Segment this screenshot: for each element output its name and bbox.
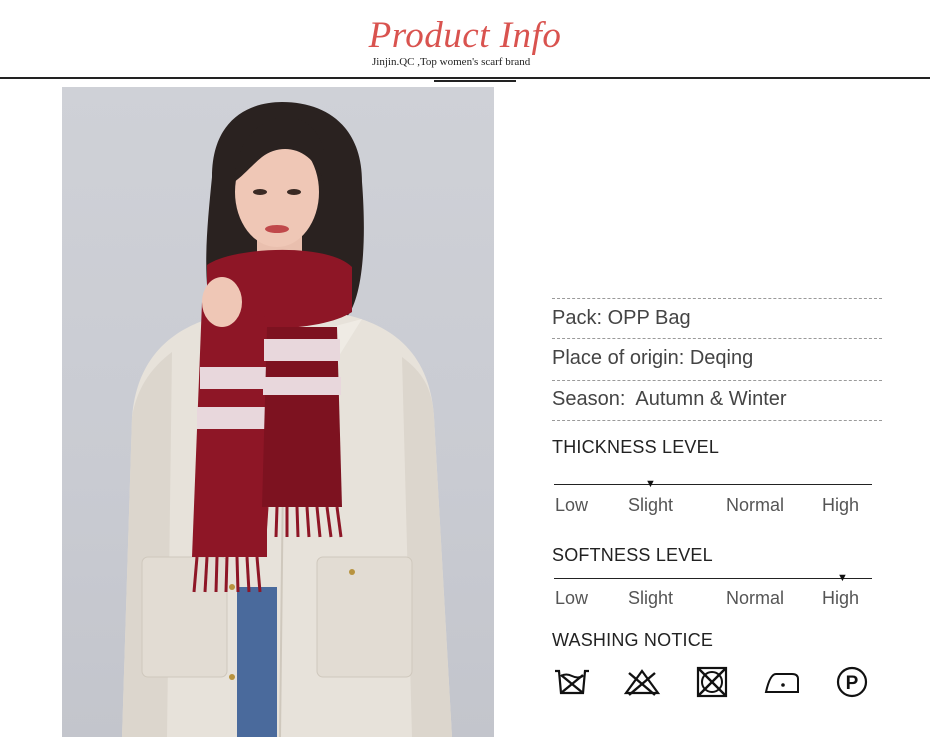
hand-wash-icon: [555, 669, 589, 695]
pack-info: Pack: OPP Bag: [552, 307, 691, 329]
thickness-label-slight: Slight: [628, 495, 674, 515]
header-divider: [0, 77, 930, 79]
softness-label-normal: Normal: [726, 588, 785, 608]
page-title: Product Info: [368, 15, 562, 56]
softness-label-low: Low: [555, 588, 589, 608]
model-illustration: [122, 102, 452, 737]
softness-marker-icon: ▼: [837, 572, 848, 584]
thickness-label-high: High: [822, 495, 860, 515]
header-divider-accent: [434, 80, 516, 82]
softness-label-slight: Slight: [628, 588, 674, 608]
iron-low-heat-icon: [764, 673, 799, 693]
softness-label-high: High: [822, 588, 860, 608]
brand-subtitle: Jinjin.QC ,Top women's scarf brand: [372, 56, 531, 68]
softness-title: SOFTNESS LEVEL: [552, 545, 713, 565]
divider: [552, 380, 882, 381]
do-not-bleach-icon: [623, 669, 661, 696]
origin-info: Place of origin: Deqing: [552, 347, 754, 369]
thickness-marker-icon: ▼: [645, 478, 656, 490]
divider: [552, 338, 882, 339]
divider: [552, 298, 882, 299]
dry-clean-p-icon: P: [836, 666, 868, 698]
season-info: Season: Autumn & Winter: [552, 388, 787, 410]
svg-text:P: P: [846, 673, 859, 694]
washing-title: WASHING NOTICE: [552, 630, 714, 650]
softness-scale: [554, 578, 872, 579]
thickness-title: THICKNESS LEVEL: [552, 437, 720, 457]
divider: [552, 420, 882, 421]
do-not-tumble-dry-icon: [696, 666, 728, 698]
thickness-scale: [554, 484, 872, 485]
thickness-label-normal: Normal: [726, 495, 785, 515]
thickness-label-low: Low: [555, 495, 589, 515]
product-photo: [62, 87, 494, 737]
